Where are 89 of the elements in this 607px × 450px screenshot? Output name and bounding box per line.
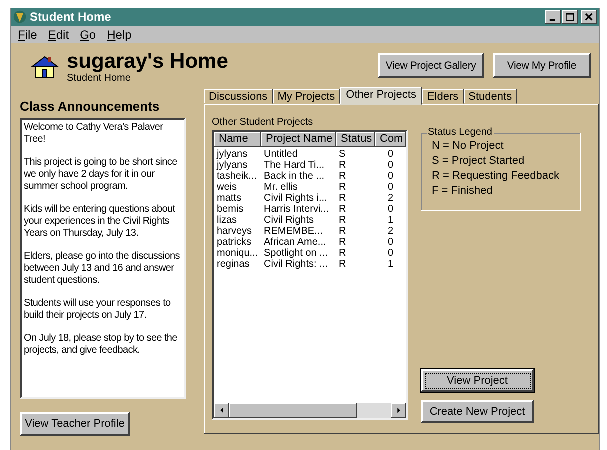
announcement-text: Welcome to Cathy Vera's Palaver Tree! [24, 122, 164, 146]
action-button[interactable]: View Project [421, 369, 534, 392]
column-header[interactable]: Project Name [261, 132, 336, 147]
announcements-heading: Class Announcements [20, 99, 161, 114]
table-cell-text: jylyans [216, 149, 249, 160]
table-cell-text: R [338, 193, 348, 204]
table-cell-text: 2 [387, 226, 395, 237]
table-cell-text: Civil Rights i... [263, 193, 328, 204]
table-cell-text: weis [216, 182, 238, 193]
table-cell-text: moniqu... [216, 248, 260, 259]
table-cell-text: Untitled [263, 149, 299, 160]
maximize-icon [566, 13, 574, 22]
table-cell-text: Mr. ellis [263, 182, 299, 193]
project-list[interactable] [212, 130, 408, 420]
column-header[interactable]: Status [336, 132, 375, 147]
table-cell-text: REMEMBE... [263, 226, 324, 237]
table-cell-text: 0 [387, 204, 395, 215]
table-cell-text: R [338, 215, 348, 226]
close-icon [584, 13, 594, 22]
minimize-button[interactable] [545, 10, 561, 24]
legend-item: F = Finished [432, 184, 494, 199]
table-cell-text: The Hard Ti... [263, 160, 326, 171]
horizontal-scrollbar[interactable] [214, 403, 406, 418]
table-cell-text: R [338, 259, 348, 270]
table-cell-text: Back in the ... [263, 171, 326, 182]
announcements-box[interactable] [20, 118, 186, 399]
header-button[interactable]: View Project Gallery [378, 53, 484, 78]
table-cell-text: 0 [387, 237, 395, 248]
menu-item[interactable]: File [18, 28, 38, 42]
table-cell-text: harveys [216, 226, 254, 237]
legend-item: S = Project Started [432, 154, 526, 169]
menu-item[interactable]: Help [107, 28, 132, 42]
table-cell-text: 1 [387, 259, 395, 270]
menu-item[interactable]: Go [80, 28, 96, 42]
table-cell-text: R [338, 226, 348, 237]
left-arrow-icon [220, 407, 224, 414]
announcement-text: Elders, please go into the discussions between July 13 and 16 and answer student questions. [24, 251, 181, 287]
table-cell-text: reginas [216, 259, 251, 270]
action-button[interactable]: Create New Project [421, 400, 534, 423]
table-cell-text: R [338, 171, 348, 182]
table-cell-text: Spotlight on ... [263, 248, 329, 259]
table-cell-text: R [338, 182, 348, 193]
table-cell-text: 1 [387, 215, 395, 226]
page-subtitle: Student Home [67, 73, 132, 84]
table-cell-text: Civil Rights: ... [263, 259, 329, 270]
table-cell-text: S [338, 149, 347, 160]
table-cell-text: R [338, 248, 348, 259]
table-cell-text: 0 [387, 182, 395, 193]
table-cell-text: R [338, 160, 348, 171]
column-header[interactable]: Name [214, 132, 261, 147]
tab[interactable]: My Projects [272, 89, 340, 104]
table-cell-text: 0 [387, 171, 395, 182]
window-title: Student Home [30, 10, 112, 24]
table-cell-text: Civil Rights [263, 215, 316, 226]
list-label: Other Student Projects [212, 117, 314, 128]
table-cell-text: 0 [387, 149, 395, 160]
announcement-text: On July 18, please stop by to see the projects, and give feedback. [24, 333, 178, 357]
table-cell-text: lizas [216, 215, 238, 226]
right-arrow-icon [396, 407, 400, 414]
teacher-profile-button[interactable]: View Teacher Profile [20, 412, 130, 436]
header-button[interactable]: View My Profile [493, 53, 591, 78]
table-cell-text: R [338, 237, 348, 248]
menu-item[interactable]: Edit [48, 28, 70, 42]
tab[interactable]: Other Projects [340, 87, 422, 105]
table-cell-text: 0 [387, 248, 395, 259]
tab[interactable]: Elders [422, 89, 464, 104]
legend-item: N = No Project [432, 139, 505, 154]
table-cell-text: Harris Intervi... [263, 204, 330, 215]
tab[interactable]: Discussions [204, 89, 273, 104]
tab[interactable]: Students [464, 89, 518, 104]
maximize-button[interactable] [562, 10, 578, 24]
legend-item: R = Requesting Feedback [432, 169, 560, 184]
table-cell-text: 0 [387, 160, 395, 171]
table-cell-text: R [338, 204, 348, 215]
table-cell-text: bemis [216, 204, 245, 215]
page-title: sugaray's Home [67, 51, 228, 73]
table-cell-text: tasheik... [216, 171, 258, 182]
announcement-text: Kids will be entering questions about your experiences in the Civil Rights Years on Thursday, July 13. [24, 204, 176, 240]
column-header[interactable]: Com [375, 132, 406, 147]
table-cell-text: 2 [387, 193, 395, 204]
table-cell-text: jylyans [216, 160, 249, 171]
close-button[interactable] [581, 10, 597, 24]
table-cell-text: patricks [216, 237, 252, 248]
table-cell-text: matts [216, 193, 242, 204]
announcement-text: This project is going to be short since we only have 2 days for it in our summer school program. [24, 157, 178, 193]
legend-title: Status Legend [427, 127, 494, 138]
table-cell-text: African Ame... [263, 237, 328, 248]
announcement-text: Students will use your responses to build their projects on July 17. [24, 298, 172, 322]
house-icon [31, 55, 59, 79]
